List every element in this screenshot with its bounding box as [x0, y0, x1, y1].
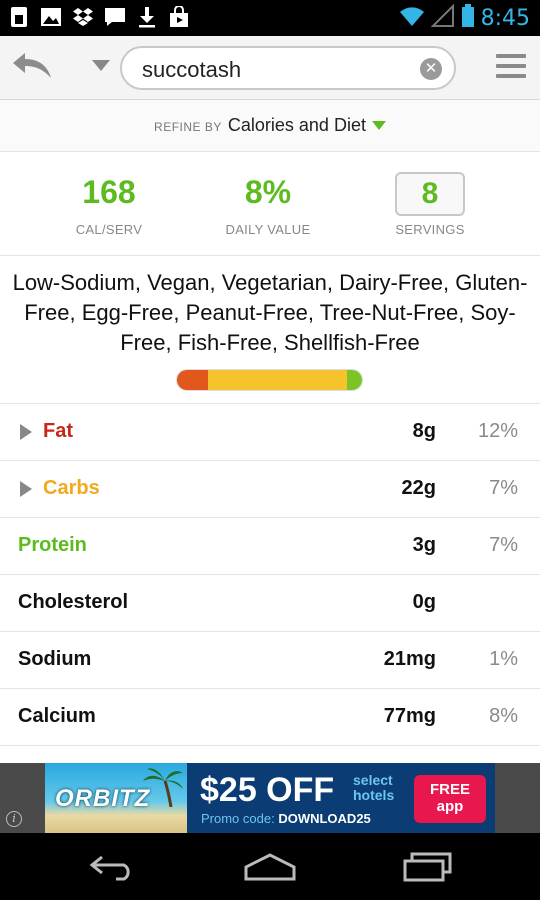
- download-icon: [136, 6, 158, 28]
- search-field[interactable]: succotash ✕: [120, 46, 456, 90]
- ad-promo: Promo code: DOWNLOAD25: [201, 811, 371, 826]
- nutrient-row-sodium: Sodium 21mg 1%: [0, 632, 540, 689]
- refine-dropdown[interactable]: REFINE BY Calories and Diet: [0, 100, 540, 152]
- nutrient-name: Carbs: [43, 477, 100, 499]
- signal-icon: [430, 3, 455, 33]
- search-input[interactable]: succotash: [142, 57, 241, 83]
- expand-arrow-icon[interactable]: [20, 424, 32, 440]
- ad-cta-button[interactable]: FREE app: [414, 775, 486, 823]
- system-icons: 8:45: [399, 3, 530, 33]
- ad-banner-area: i ORBITZ $25 OFF select hotels Promo cod…: [0, 763, 540, 833]
- beach-image: ORBITZ: [45, 763, 187, 833]
- nutrient-percent: 8%: [489, 705, 518, 727]
- daily-value-label: DAILY VALUE: [225, 222, 311, 237]
- image-icon: [40, 6, 62, 28]
- nutrient-amount: 8g: [412, 420, 436, 442]
- nutrient-percent: 7%: [489, 477, 518, 499]
- ad-offer: $25 OFF: [200, 771, 335, 809]
- search-scope-dropdown[interactable]: [92, 60, 110, 71]
- nutrient-percent: 12%: [477, 420, 518, 442]
- servings-stat: 8 SERVINGS: [360, 170, 500, 237]
- caret-down-icon: [371, 121, 386, 130]
- nutrient-row-calcium: Calcium 77mg 8%: [0, 689, 540, 746]
- battery-icon: [461, 4, 475, 33]
- macro-segment-protein: [347, 370, 362, 390]
- status-bar: 8:45: [0, 0, 540, 36]
- undo-arrow-icon: [11, 51, 55, 86]
- diet-labels: Low-Sodium, Vegan, Vegetarian, Dairy-Fre…: [12, 270, 528, 355]
- nutrient-name: Fat: [43, 420, 73, 442]
- calories-stat: 168 CAL/SERV: [39, 170, 179, 237]
- nutrient-name: Protein: [18, 534, 87, 556]
- daily-value-stat: 8% DAILY VALUE: [198, 170, 338, 237]
- refine-label: REFINE BY: [154, 120, 222, 134]
- back-icon[interactable]: [82, 849, 142, 885]
- nutrient-amount: 21mg: [383, 648, 436, 670]
- nutrient-amount: 3g: [412, 534, 436, 556]
- daily-value-value: 8%: [244, 174, 292, 210]
- nutrient-name: Sodium: [18, 648, 92, 670]
- shopping-bag-icon: [168, 6, 190, 28]
- menu-icon[interactable]: [496, 54, 526, 82]
- home-icon[interactable]: [240, 849, 300, 885]
- nutrient-row-carbs[interactable]: Carbs 22g 7%: [0, 461, 540, 518]
- servings-label: SERVINGS: [395, 222, 465, 237]
- macro-ratio-bar: [176, 369, 363, 391]
- recent-apps-icon[interactable]: [398, 849, 458, 885]
- search-header: succotash ✕: [0, 36, 540, 100]
- nutrient-row-fat[interactable]: Fat 8g 12%: [0, 404, 540, 461]
- nutrient-percent: 7%: [489, 534, 518, 556]
- nutrient-name: Cholesterol: [18, 591, 129, 613]
- ad-offer-detail: select hotels: [353, 772, 395, 803]
- clock: 8:45: [480, 6, 530, 31]
- sim-card-icon: [8, 6, 30, 28]
- expand-arrow-icon[interactable]: [20, 481, 32, 497]
- nutrient-row-cholesterol: Cholesterol 0g: [0, 575, 540, 632]
- chat-icon: [104, 6, 126, 28]
- ad-info-icon[interactable]: i: [6, 811, 22, 827]
- notification-icons: [8, 6, 190, 28]
- dropbox-icon: [72, 6, 94, 28]
- nutrient-amount: 0g: [412, 591, 436, 613]
- nutrient-percent: 1%: [489, 648, 518, 670]
- calories-value: 168: [82, 174, 136, 210]
- refine-value[interactable]: Calories and Diet: [228, 115, 366, 136]
- nutrient-name: Calcium: [18, 705, 96, 727]
- servings-input[interactable]: 8: [395, 172, 465, 216]
- macro-segment-fat: [177, 370, 209, 390]
- nutrient-amount: 22g: [401, 477, 436, 499]
- calories-label: CAL/SERV: [75, 222, 143, 237]
- wifi-icon: [399, 5, 425, 32]
- back-button[interactable]: [8, 48, 58, 88]
- nutrient-amount: 77mg: [383, 705, 436, 727]
- macro-segment-carbs: [208, 370, 348, 390]
- ad-banner[interactable]: ORBITZ $25 OFF select hotels Promo code:…: [45, 763, 495, 833]
- nutrient-row-protein: Protein 3g 7%: [0, 518, 540, 575]
- ad-brand: ORBITZ: [55, 785, 151, 812]
- clear-search-icon[interactable]: ✕: [420, 58, 442, 80]
- navigation-bar: [0, 833, 540, 900]
- nutrition-summary: 168 CAL/SERV 8% DAILY VALUE 8 SERVINGS: [0, 152, 540, 256]
